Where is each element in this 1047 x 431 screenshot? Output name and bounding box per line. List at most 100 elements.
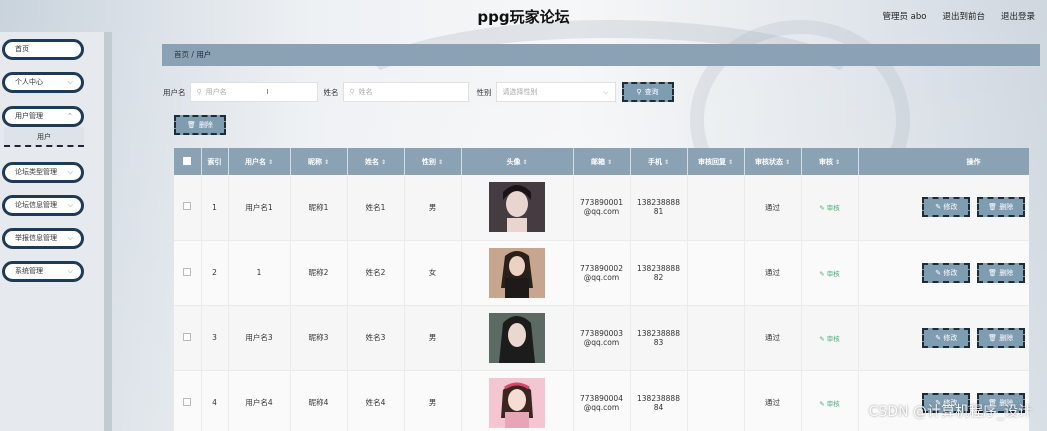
- audit-link[interactable]: ✎ 审核: [819, 335, 840, 343]
- column-header[interactable]: 审核状态 ⇕: [744, 148, 802, 175]
- cell-nickname: 昵称2: [290, 240, 348, 306]
- avatar[interactable]: [489, 312, 545, 363]
- sort-icon[interactable]: ⇕: [607, 159, 612, 166]
- batch-delete-button[interactable]: 🗑 删除: [174, 115, 226, 135]
- search-button-label: 查询: [644, 88, 659, 96]
- audit-link[interactable]: ✎ 审核: [819, 204, 840, 212]
- gender-select[interactable]: 请选择性别 ⌵: [495, 82, 616, 102]
- column-header[interactable]: 审核回复 ⇕: [687, 148, 745, 175]
- column-header-label: 性别: [421, 157, 436, 166]
- column-header[interactable]: 性别 ⇕: [404, 148, 462, 175]
- row-checkbox[interactable]: [183, 332, 192, 341]
- cell-status: 通过: [744, 370, 802, 431]
- email-domain: @qq.com: [583, 337, 620, 347]
- cell-reply: [687, 305, 745, 371]
- admin-label: 管理员 abo: [882, 12, 927, 22]
- column-header[interactable]: 用户名 ⇕: [228, 148, 291, 175]
- sidebar-item-system[interactable]: 系统管理 ⌵: [2, 261, 84, 282]
- logout-link[interactable]: 退出登录: [1001, 10, 1035, 22]
- edit-button[interactable]: ✎ 修改: [922, 197, 971, 218]
- delete-button[interactable]: 🗑 删除: [976, 197, 1025, 218]
- avatar[interactable]: [489, 377, 545, 428]
- column-header-label: 用户名: [244, 157, 266, 166]
- exit-to-front-link[interactable]: 退出到前台: [942, 10, 985, 22]
- select-all-checkbox[interactable]: [183, 156, 192, 165]
- column-header[interactable]: 审核 ⇕: [801, 148, 859, 175]
- cell-phone: 138238888 83: [630, 305, 688, 371]
- avatar[interactable]: [489, 182, 545, 233]
- cell-name: 姓名3: [347, 305, 405, 371]
- sidebar-item-forum-type[interactable]: 论坛类型管理 ⌵: [2, 162, 84, 183]
- email-domain: @qq.com: [583, 207, 620, 217]
- column-header-label: 审核状态: [754, 157, 783, 166]
- cell-status: 通过: [744, 175, 802, 241]
- sort-icon[interactable]: ⇕: [381, 159, 386, 166]
- cell-username: 用户名1: [228, 175, 291, 241]
- sidebar-scroll-strip: [104, 32, 112, 431]
- cell-phone: 138238888 81: [630, 175, 688, 241]
- row-checkbox[interactable]: [183, 267, 192, 276]
- column-header[interactable]: 头像 ⇕: [461, 148, 574, 175]
- audit-link[interactable]: ✎ 审核: [819, 270, 840, 278]
- cell-username: 用户名4: [228, 370, 291, 431]
- cell-email: 773890003 @qq.com: [573, 305, 631, 371]
- column-header-label: 头像: [506, 157, 521, 166]
- sidebar-item-profile[interactable]: 个人中心 ⌵: [2, 72, 84, 93]
- cell-gender: 男: [404, 175, 462, 241]
- edit-label: 修改: [943, 333, 958, 342]
- sidebar-item-home[interactable]: 首页: [2, 39, 84, 60]
- sort-icon[interactable]: ⇕: [728, 159, 733, 166]
- sort-icon[interactable]: ⇕: [324, 159, 329, 166]
- edit-label: 修改: [943, 268, 958, 277]
- edit-button[interactable]: ✎ 修改: [922, 327, 971, 348]
- edit-label: 修改: [943, 203, 958, 212]
- sort-icon[interactable]: ⇕: [785, 159, 790, 166]
- phone-suffix: 84: [653, 402, 664, 412]
- trash-icon: 🗑: [187, 121, 196, 129]
- avatar[interactable]: [489, 247, 545, 298]
- row-checkbox[interactable]: [183, 397, 192, 406]
- sidebar-item-report[interactable]: 举报信息管理 ⌵: [2, 228, 84, 249]
- audit-link[interactable]: ✎ 审核: [819, 400, 840, 408]
- sidebar-item-label: 个人中心: [15, 78, 43, 86]
- sidebar-item-label: 首页: [15, 45, 29, 53]
- delete-label: 删除: [999, 333, 1014, 342]
- delete-button[interactable]: 🗑 删除: [976, 327, 1025, 348]
- phone-suffix: 81: [653, 207, 664, 217]
- sort-icon[interactable]: ⇕: [835, 159, 840, 166]
- email-part: 773890002: [580, 263, 623, 273]
- sidebar-subitem-user[interactable]: 用户: [4, 127, 84, 147]
- name-input[interactable]: ⚲ 姓名: [342, 82, 469, 102]
- user-table: 索引 用户名 ⇕ 昵称 ⇕ 姓名 ⇕ 性别 ⇕ 头像 ⇕ 邮箱 ⇕ 手机 ⇕ 审核回复 ⇕ 审核…: [174, 148, 1029, 431]
- cell-audit: ✎ 审核: [801, 370, 859, 431]
- sidebar-item-user-management[interactable]: 用户管理 ⌃: [2, 106, 84, 127]
- phone-suffix: 83: [653, 337, 664, 347]
- breadcrumb-home[interactable]: 首页: [174, 50, 189, 59]
- cell-reply: [687, 370, 745, 431]
- search-button[interactable]: ⚲ 查询: [621, 82, 674, 102]
- column-header[interactable]: 昵称 ⇕: [290, 148, 348, 175]
- phone-part: 138238888: [637, 263, 680, 273]
- sort-icon[interactable]: ⇕: [438, 159, 443, 166]
- sidebar-item-forum-info[interactable]: 论坛信息管理 ⌵: [2, 195, 84, 216]
- sort-icon[interactable]: ⇕: [664, 159, 669, 166]
- sort-icon[interactable]: ⇕: [522, 159, 527, 166]
- cell-nickname: 昵称1: [290, 175, 348, 241]
- email-part: 773890004: [580, 393, 623, 403]
- cell-reply: [687, 175, 745, 241]
- delete-button[interactable]: 🗑 删除: [976, 262, 1025, 283]
- row-checkbox[interactable]: [183, 202, 192, 211]
- breadcrumb-separator: /: [191, 50, 194, 59]
- column-header[interactable]: 邮箱 ⇕: [573, 148, 631, 175]
- chevron-down-icon: ⌵: [67, 267, 73, 275]
- edit-button[interactable]: ✎ 修改: [922, 262, 971, 283]
- cell-audit: ✎ 审核: [801, 240, 859, 306]
- column-header[interactable]: 手机 ⇕: [630, 148, 688, 175]
- column-header[interactable]: 姓名 ⇕: [347, 148, 405, 175]
- sort-icon[interactable]: ⇕: [268, 159, 273, 166]
- username-input[interactable]: ⚲ 用户名 I: [189, 82, 318, 102]
- column-header-label: 邮箱: [590, 157, 605, 166]
- search-form: 用户名 ⚲ 用户名 I 姓名 ⚲ 姓名 性别 请选择性别 ⌵ ⚲ 查询: [163, 82, 674, 102]
- cell-actions: ✎ 修改 🗑 删除: [858, 305, 1029, 371]
- table-row: 2 1 昵称2 姓名2 女 773890002 @qq.com 138238888…: [174, 240, 1029, 306]
